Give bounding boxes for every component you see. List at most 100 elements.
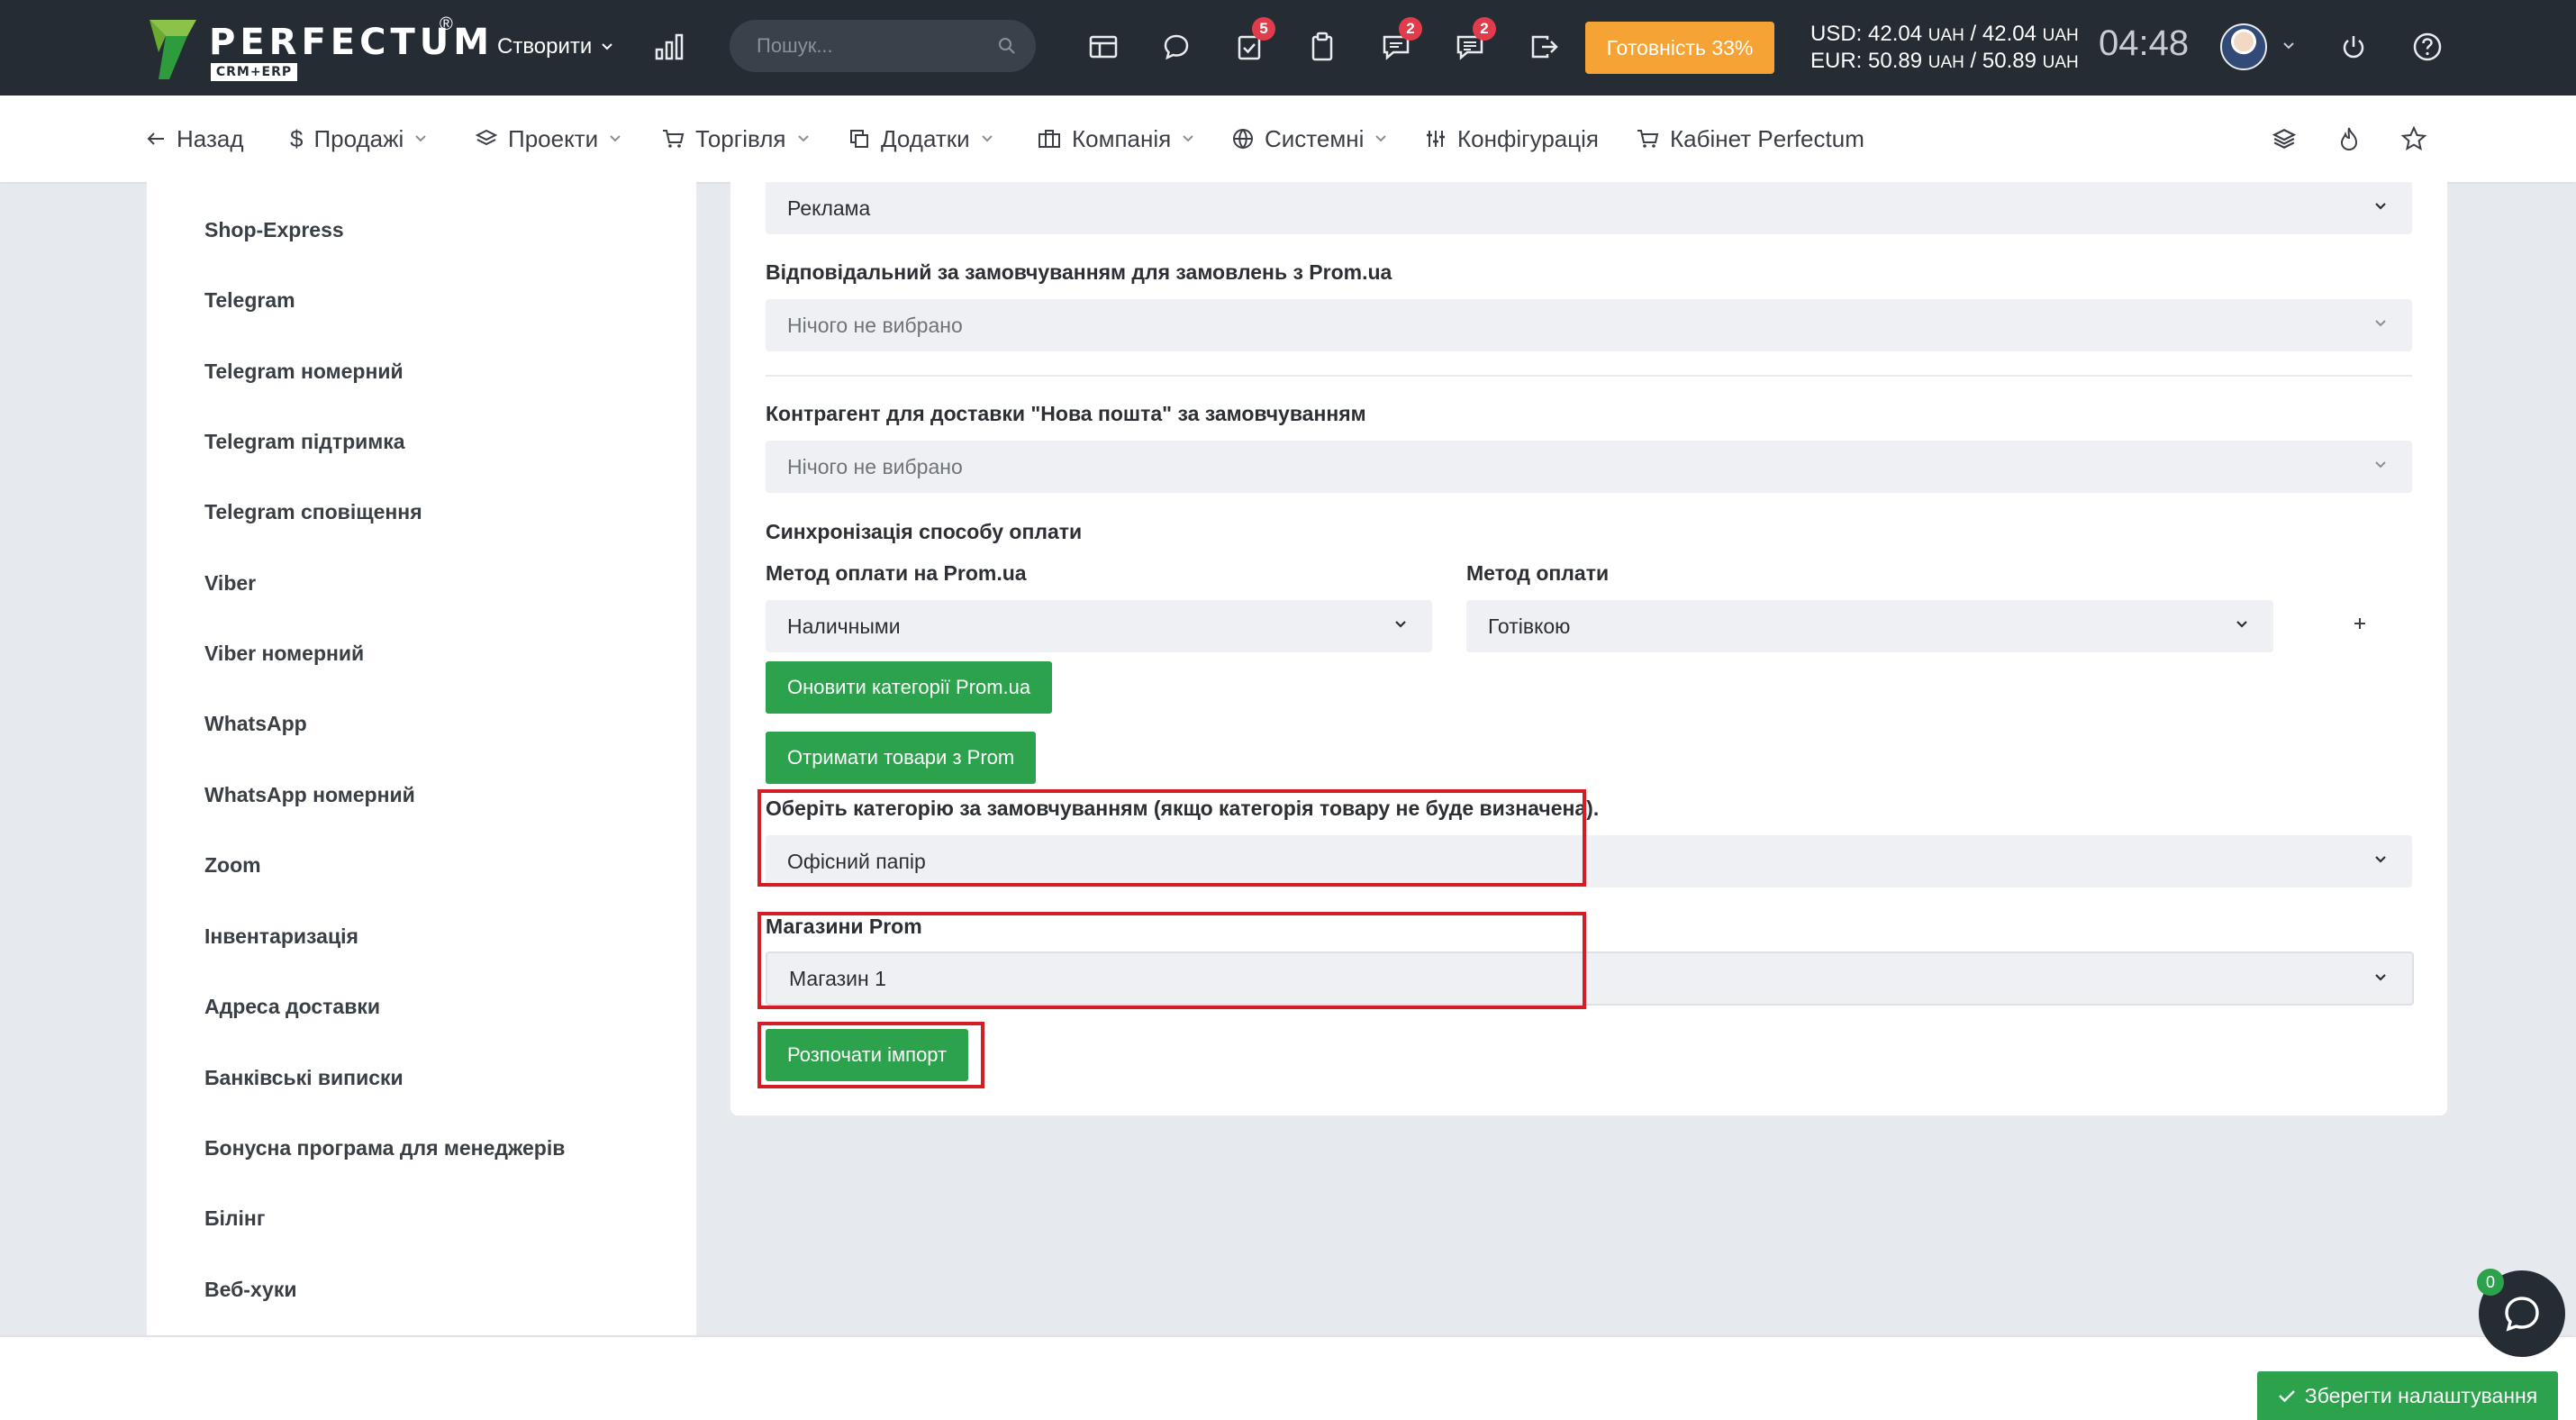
nav-back[interactable]: Назад — [146, 96, 244, 182]
check-icon — [2278, 1390, 2295, 1403]
highlight-default-category — [757, 789, 1586, 887]
contractor-select[interactable]: Нічого не вибрано — [766, 441, 2412, 493]
sidebar-item-webhooks[interactable]: Веб-хуки — [204, 1278, 296, 1302]
add-payment-mapping-button[interactable] — [2349, 613, 2371, 634]
perfectum-logo[interactable]: PERFECTUM ® CRM+ERP — [146, 14, 489, 81]
chevron-down-icon — [2375, 461, 2386, 469]
sidebar-item-whatsapp[interactable]: WhatsApp — [204, 712, 307, 736]
secondary-nav: Назад $ Продажі Проекти Торгівля Додатки… — [0, 96, 2576, 182]
chevron-down-icon — [981, 135, 993, 142]
chevron-down-icon — [602, 43, 613, 50]
sidebar-item-viber[interactable]: Viber — [204, 571, 256, 596]
chevron-down-icon — [1183, 135, 1193, 142]
responsible-select-value: Нічого не вибрано — [787, 314, 963, 337]
payment-sync-label: Синхронізація способу оплати — [766, 520, 1083, 543]
sidebar-item-telegram-numbered[interactable]: Telegram номерний — [204, 360, 404, 384]
create-menu-button[interactable]: Створити — [497, 29, 613, 65]
chevron-down-icon — [2375, 856, 2386, 863]
briefcase-icon — [1039, 130, 1060, 148]
search-box[interactable] — [730, 20, 1036, 72]
nav-perfectum-cabinet[interactable]: Кабінет Perfectum — [1636, 96, 1864, 182]
method-label: Метод оплати — [1466, 561, 1610, 585]
sidebar-item-telegram-support[interactable]: Telegram підтримка — [204, 430, 405, 454]
sidebar-item-viber-numbered[interactable]: Viber номерний — [204, 642, 364, 666]
fire-icon[interactable] — [2333, 123, 2365, 155]
highlight-stores — [757, 912, 1586, 1009]
nav-addons-label: Додатки — [881, 124, 970, 152]
responsible-label: Відповідальний за замовчуванням для замо… — [766, 260, 1392, 284]
power-icon[interactable] — [2333, 26, 2374, 68]
nav-trade[interactable]: Торгівля — [661, 96, 810, 182]
nav-perfectum-cabinet-label: Кабінет Perfectum — [1670, 124, 1864, 152]
logo-subtitle: CRM+ERP — [211, 63, 297, 81]
user-avatar[interactable] — [2220, 23, 2267, 70]
nav-system-label: Системні — [1265, 124, 1365, 152]
chevron-down-icon — [2375, 320, 2386, 327]
arrow-left-icon — [147, 132, 164, 145]
save-settings-button[interactable]: Зберегти налаштування — [2257, 1371, 2558, 1420]
copy-icon — [850, 130, 868, 148]
messages-icon[interactable]: 2 — [1375, 17, 1422, 68]
create-label: Створити — [497, 34, 593, 59]
sidebar-item-delivery-address[interactable]: Адреса доставки — [204, 995, 380, 1019]
comments-icon[interactable]: 2 — [1449, 17, 1496, 68]
sidebar-item-zoom[interactable]: Zoom — [204, 853, 261, 878]
sidebar-item-manager-bonus[interactable]: Бонусна програма для менеджерів — [204, 1136, 565, 1161]
prom-method-label: Метод оплати на Prom.ua — [766, 561, 1027, 585]
source-select-value: Реклама — [787, 196, 871, 220]
sidebar-item-telegram-notifications[interactable]: Telegram сповіщення — [204, 500, 422, 524]
update-categories-button[interactable]: Оновити категорії Prom.ua — [766, 661, 1053, 714]
nav-sales[interactable]: $ Продажі — [290, 96, 427, 182]
clock: 04:48 — [2099, 23, 2190, 63]
chevron-down-icon — [797, 135, 809, 142]
chevron-down-icon — [1375, 135, 1387, 142]
usd-rate: USD: 42.04 UAH / 42.04 UAH — [1810, 22, 2079, 46]
chat-bubble-icon — [2505, 1297, 2539, 1332]
sidebar-item-shop-express[interactable]: Shop-Express — [204, 218, 344, 242]
chart-icon[interactable] — [649, 26, 690, 68]
sidebar-item-whatsapp-numbered[interactable]: WhatsApp номерний — [204, 783, 415, 807]
chevron-down-icon — [2375, 203, 2386, 210]
messages-badge: 2 — [1399, 17, 1422, 41]
clipboard-icon[interactable] — [1302, 26, 1343, 68]
chevron-down-icon — [610, 135, 621, 142]
nav-sales-label: Продажі — [313, 124, 404, 152]
cart-icon — [663, 130, 685, 148]
help-icon[interactable] — [2407, 26, 2448, 68]
nav-system[interactable]: Системні — [1232, 96, 1387, 182]
sidebar-item-billing[interactable]: Білінг — [204, 1206, 265, 1231]
search-icon[interactable] — [998, 37, 1016, 55]
registered-mark: ® — [440, 14, 453, 34]
plus-icon — [2354, 618, 2365, 629]
contractor-select-value: Нічого не вибрано — [787, 455, 963, 478]
method-select[interactable]: Готівкою — [1466, 600, 2273, 652]
nav-company[interactable]: Компанія — [1038, 96, 1194, 182]
tasks-icon[interactable]: 5 — [1229, 17, 1275, 68]
source-select[interactable]: Реклама — [766, 182, 2412, 234]
star-icon[interactable] — [2398, 123, 2430, 155]
table-icon[interactable] — [1083, 26, 1124, 68]
layers-icon[interactable] — [2268, 123, 2300, 155]
avatar-chevron-down-icon[interactable] — [2282, 41, 2295, 50]
readiness-button[interactable]: Готовність 33% — [1585, 22, 1774, 74]
highlight-start-import — [757, 1022, 984, 1088]
sidebar-item-telegram[interactable]: Telegram — [204, 288, 295, 313]
prom-method-select-value: Наличными — [787, 614, 901, 638]
currency-rates: USD: 42.04 UAH / 42.04 UAH EUR: 50.89 UA… — [1810, 22, 2079, 76]
sidebar-item-bank-statements[interactable]: Банківські виписки — [204, 1066, 404, 1090]
exit-icon[interactable] — [1524, 26, 1565, 68]
nav-trade-label: Торгівля — [695, 124, 786, 152]
nav-projects-label: Проекти — [508, 124, 599, 152]
get-products-button[interactable]: Отримати товари з Prom — [766, 732, 1037, 784]
prom-method-select[interactable]: Наличными — [766, 600, 1432, 652]
save-settings-label: Зберегти налаштування — [2304, 1383, 2538, 1407]
chat-icon[interactable] — [1156, 26, 1197, 68]
settings-sidebar: Shop-Express Telegram Telegram номерний … — [147, 182, 696, 1335]
logo-mark-icon — [150, 20, 196, 79]
search-input[interactable] — [757, 20, 982, 72]
nav-projects[interactable]: Проекти — [476, 96, 621, 182]
nav-configuration[interactable]: Конфігурація — [1425, 96, 1599, 182]
sidebar-item-inventory[interactable]: Інвентаризація — [204, 924, 358, 949]
responsible-select[interactable]: Нічого не вибрано — [766, 299, 2412, 351]
nav-addons[interactable]: Додатки — [848, 96, 993, 182]
